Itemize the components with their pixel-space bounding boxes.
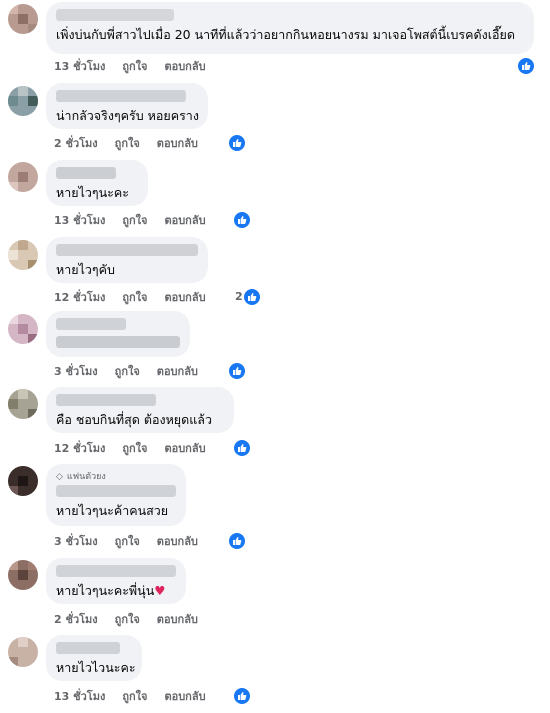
like-reaction-icon[interactable] <box>518 58 534 74</box>
comment-actions: 3 ชั่วโมง ถูกใจ ตอบกลับ <box>54 534 215 548</box>
diamond-icon: ◇ <box>56 472 63 482</box>
like-reaction-icon[interactable] <box>234 212 250 228</box>
like-reaction-icon[interactable] <box>244 289 260 305</box>
reply-button[interactable]: ตอบกลับ <box>157 532 198 550</box>
comment-bubble: หายไวๆนะคะพี่นุ่น♥ <box>46 558 186 604</box>
comment-text: หายไวๆคับ <box>56 262 115 277</box>
commenter-name-blurred[interactable] <box>56 318 126 330</box>
comment-timestamp[interactable]: 12 ชั่วโมง <box>54 439 105 457</box>
comment-timestamp[interactable]: 3 ชั่วโมง <box>54 532 98 550</box>
comment-actions: 12 ชั่วโมง ถูกใจ ตอบกลับ <box>54 441 223 455</box>
comment-timestamp[interactable]: 2 ชั่วโมง <box>54 610 98 628</box>
avatar[interactable] <box>8 240 38 270</box>
reply-button[interactable]: ตอบกลับ <box>157 134 198 152</box>
reply-button[interactable]: ตอบกลับ <box>164 288 205 306</box>
comment-timestamp[interactable]: 3 ชั่วโมง <box>54 362 98 380</box>
like-reaction-icon[interactable] <box>234 688 250 704</box>
comment-timestamp[interactable]: 12 ชั่วโมง <box>54 288 105 306</box>
commenter-name-blurred[interactable] <box>56 485 176 497</box>
like-button[interactable]: ถูกใจ <box>122 687 147 705</box>
comment-actions: 12 ชั่วโมง ถูกใจ ตอบกลับ <box>54 290 223 304</box>
avatar[interactable] <box>8 466 38 496</box>
comment-text-content: หายไวๆนะคะพี่นุ่น <box>56 583 155 598</box>
comment-bubble: คือ ชอบกินที่สุด ต้องหยุดแล้ว <box>46 387 234 433</box>
comment-bubble: หายไวๆนะคะ <box>46 160 148 206</box>
avatar[interactable] <box>8 86 38 116</box>
like-button[interactable]: ถูกใจ <box>122 211 147 229</box>
comment-text: หายไวๆนะคะ <box>56 185 129 200</box>
reply-button[interactable]: ตอบกลับ <box>164 211 205 229</box>
commenter-name-blurred[interactable] <box>56 9 174 21</box>
like-button[interactable]: ถูกใจ <box>115 134 140 152</box>
reply-button[interactable]: ตอบกลับ <box>157 610 198 628</box>
comment-actions: 13 ชั่วโมง ถูกใจ ตอบกลับ <box>54 213 223 227</box>
comment-timestamp[interactable]: 2 ชั่วโมง <box>54 134 98 152</box>
like-button[interactable]: ถูกใจ <box>115 610 140 628</box>
reply-button[interactable]: ตอบกลับ <box>164 439 205 457</box>
comment-timestamp[interactable]: 13 ชั่วโมง <box>54 211 105 229</box>
heart-emoji-icon: ♥ <box>154 583 166 598</box>
like-reaction-icon[interactable] <box>229 363 245 379</box>
avatar[interactable] <box>8 4 38 34</box>
comment-bubble: เพิ่งบ่นกับพี่สาวไปเมื่อ 20 นาทีที่แล้วว… <box>46 2 534 54</box>
like-button[interactable]: ถูกใจ <box>122 57 147 75</box>
avatar[interactable] <box>8 314 38 344</box>
comment-actions: 13 ชั่วโมง ถูกใจ ตอบกลับ <box>54 689 223 703</box>
like-button[interactable]: ถูกใจ <box>122 288 147 306</box>
avatar[interactable] <box>8 162 38 192</box>
top-fan-label: แฟนตัวยง <box>66 472 106 482</box>
comment-text: คือ ชอบกินที่สุด ต้องหยุดแล้ว <box>56 412 212 427</box>
reaction-count: 2 <box>235 290 243 303</box>
comment-text: หายไวๆนะคะพี่นุ่น♥ <box>56 583 176 599</box>
comment-text: หายไวไวนะคะ <box>56 660 136 675</box>
avatar[interactable] <box>8 560 38 590</box>
reply-button[interactable]: ตอบกลับ <box>164 57 205 75</box>
like-button[interactable]: ถูกใจ <box>122 439 147 457</box>
comment-actions: 13 ชั่วโมง ถูกใจ ตอบกลับ <box>54 59 223 73</box>
comment-bubble <box>46 311 190 357</box>
commenter-name-blurred[interactable] <box>56 167 116 179</box>
comment-text: หายไวๆนะค้าคนสวย <box>56 503 169 518</box>
reply-button[interactable]: ตอบกลับ <box>157 362 198 380</box>
commenter-name-blurred[interactable] <box>56 642 120 654</box>
comment-bubble: หายไวไวนะคะ <box>46 635 142 681</box>
comment-actions: 3 ชั่วโมง ถูกใจ ตอบกลับ <box>54 364 215 378</box>
top-fan-badge: ◇ แฟนตัวยง <box>56 471 176 483</box>
comment-text: น่ากลัวจริงๆครับ หอยคราง <box>56 108 199 123</box>
commenter-name-blurred[interactable] <box>56 565 176 577</box>
comment-timestamp[interactable]: 13 ชั่วโมง <box>54 687 105 705</box>
comment-actions: 2 ชั่วโมง ถูกใจ ตอบกลับ <box>54 136 215 150</box>
like-button[interactable]: ถูกใจ <box>115 532 140 550</box>
avatar[interactable] <box>8 389 38 419</box>
like-button[interactable]: ถูกใจ <box>115 362 140 380</box>
like-reaction-icon[interactable] <box>229 135 245 151</box>
like-reaction-icon[interactable] <box>229 533 245 549</box>
comment-bubble: หายไวๆคับ <box>46 237 208 283</box>
reply-button[interactable]: ตอบกลับ <box>164 687 205 705</box>
comment-text: เพิ่งบ่นกับพี่สาวไปเมื่อ 20 นาทีที่แล้วว… <box>56 27 515 42</box>
commenter-name-blurred[interactable] <box>56 244 198 256</box>
comment-bubble: ◇ แฟนตัวยง หายไวๆนะค้าคนสวย <box>46 464 186 526</box>
commenter-name-blurred[interactable] <box>56 90 186 102</box>
commenter-name-blurred[interactable] <box>56 394 156 406</box>
comment-text-blurred <box>56 336 180 348</box>
comment-timestamp[interactable]: 13 ชั่วโมง <box>54 57 105 75</box>
comment-actions: 2 ชั่วโมง ถูกใจ ตอบกลับ <box>54 612 215 626</box>
comment-bubble: น่ากลัวจริงๆครับ หอยคราง <box>46 83 208 129</box>
avatar[interactable] <box>8 637 38 667</box>
like-reaction-icon[interactable] <box>234 440 250 456</box>
